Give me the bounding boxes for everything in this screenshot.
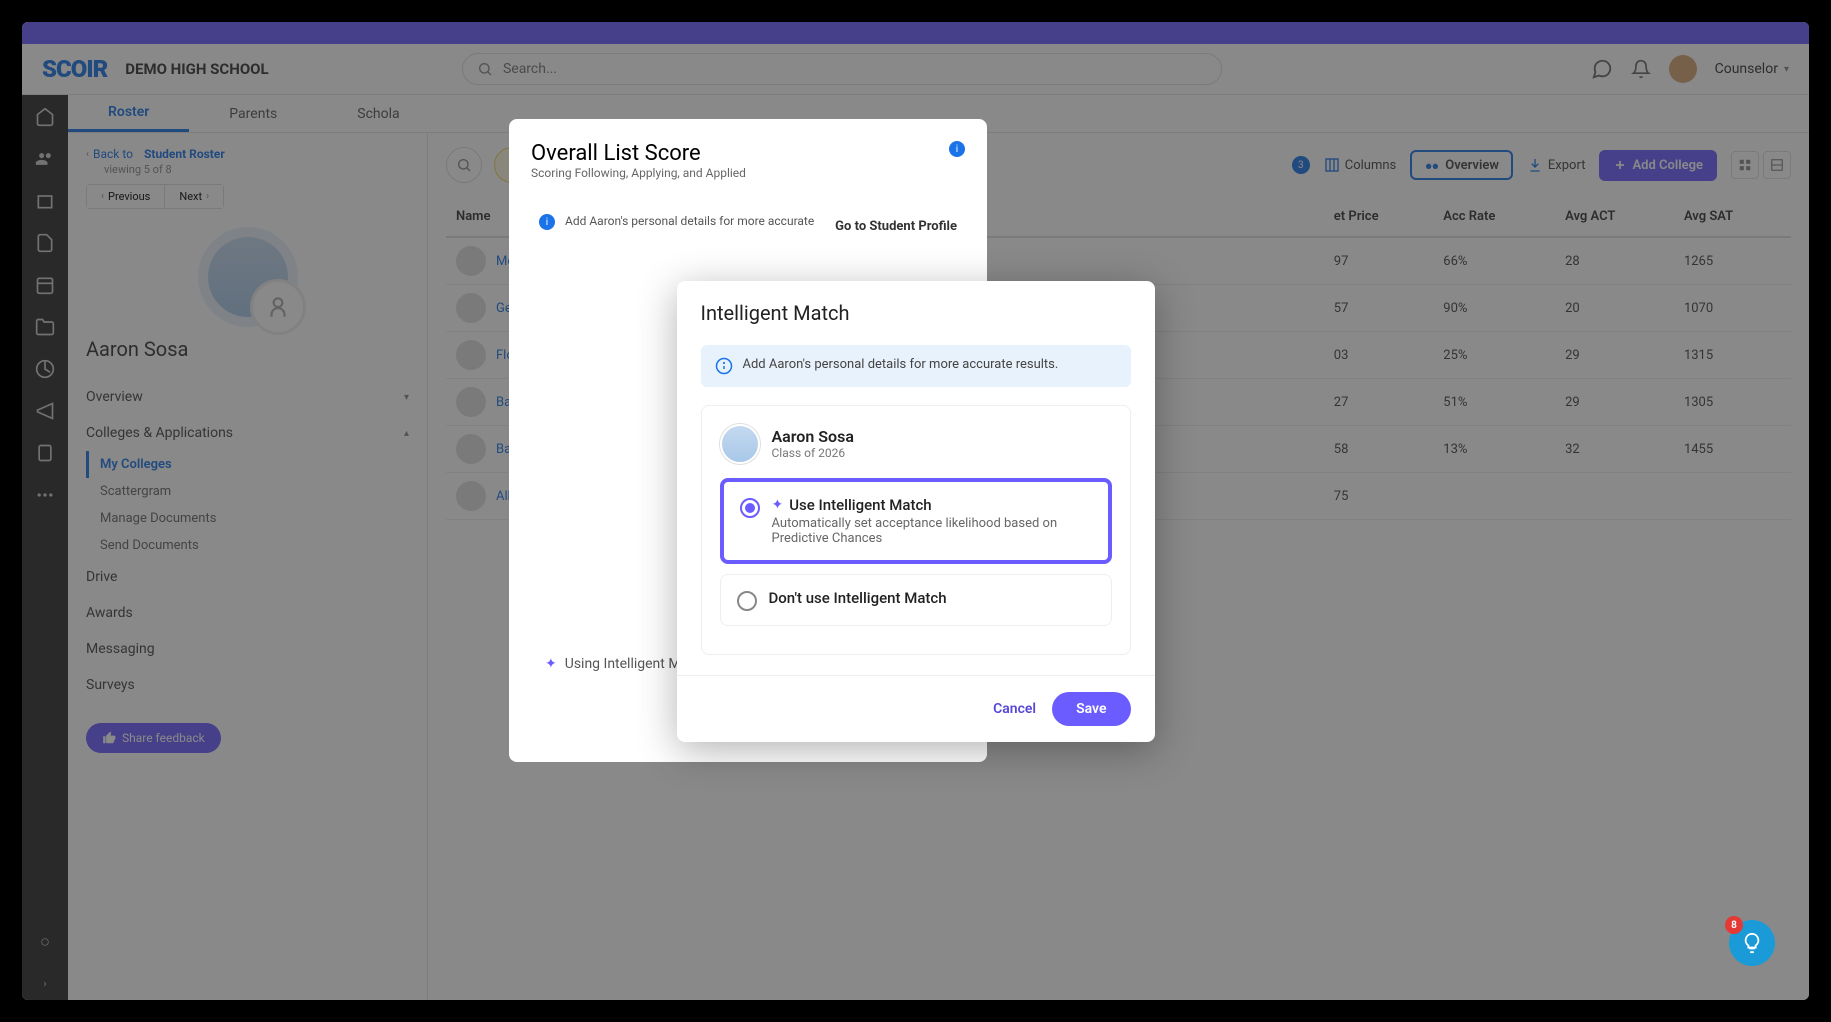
student-avatar-small [720, 424, 760, 464]
student-card: Aaron Sosa Class of 2026 ✦Use Intelligen… [701, 405, 1131, 655]
back-info-banner: iAdd Aaron's personal details for more a… [539, 214, 814, 230]
save-button[interactable]: Save [1052, 692, 1130, 726]
radio-dont-use[interactable] [737, 591, 757, 611]
modal-student-class: Class of 2026 [772, 446, 854, 460]
cancel-button[interactable]: Cancel [993, 701, 1036, 717]
profile-link[interactable]: Go to Student Profile [835, 219, 957, 234]
modal-student-name: Aaron Sosa [772, 427, 854, 446]
info-icon [715, 357, 733, 375]
intelligent-match-modal: Intelligent Match Add Aaron's personal d… [677, 281, 1155, 742]
help-badge: 8 [1725, 916, 1743, 934]
modal-scrim: Overall List Score Scoring Following, Ap… [22, 22, 1809, 1000]
modal-title: Intelligent Match [701, 301, 1131, 325]
option-use-match[interactable]: ✦Use Intelligent Match Automatically set… [720, 478, 1112, 564]
radio-use-match[interactable] [740, 498, 760, 518]
info-icon[interactable]: i [949, 141, 965, 157]
info-banner: Add Aaron's personal details for more ac… [701, 345, 1131, 387]
help-fab[interactable]: 8 [1729, 920, 1775, 966]
lightbulb-icon [1741, 932, 1763, 954]
option-dont-use-match[interactable]: Don't use Intelligent Match [720, 574, 1112, 626]
back-modal-subtitle: Scoring Following, Applying, and Applied [531, 166, 965, 180]
back-modal-title: Overall List Score [531, 141, 965, 166]
sparkle-icon: ✦ [772, 497, 784, 513]
option-desc: Automatically set acceptance likelihood … [772, 516, 1092, 546]
